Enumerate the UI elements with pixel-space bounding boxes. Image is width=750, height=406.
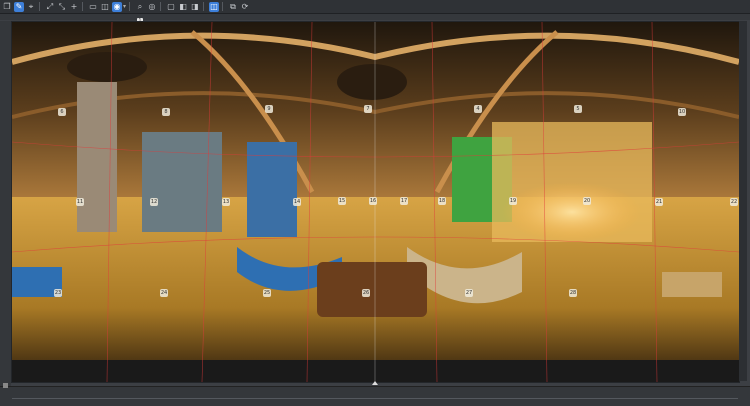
patch-label[interactable]: 23 [54, 289, 62, 297]
toolbar-divider [82, 2, 83, 11]
patch-label[interactable]: 27 [465, 289, 473, 297]
patch-label[interactable]: 22 [730, 198, 738, 206]
refresh-icon[interactable]: ⟳ [240, 2, 250, 12]
toolbar-divider [203, 2, 205, 11]
panorama-canvas[interactable]: 6 8 9 7 4 5 10 11 12 13 14 15 16 17 18 1… [11, 21, 740, 383]
chevron-down-icon[interactable]: ▾ [123, 3, 126, 10]
split-view-icon[interactable]: ◫ [209, 1, 220, 12]
patch-label[interactable]: 11 [76, 198, 84, 206]
patch-label[interactable]: 17 [400, 197, 408, 205]
frame-a-icon[interactable]: ▢ [166, 2, 176, 12]
patch-label[interactable]: 9 [265, 105, 273, 113]
vertical-scrollbar[interactable] [739, 21, 747, 381]
frame-c-icon[interactable]: ◨ [190, 2, 200, 12]
patch-label[interactable]: 15 [338, 197, 346, 205]
cylinder-projection-icon[interactable]: ◫ [100, 2, 110, 12]
patch-label[interactable]: 16 [369, 197, 377, 205]
toolbar-divider [222, 2, 224, 11]
patch-label[interactable]: 14 [293, 198, 301, 206]
patch-label[interactable]: 6 [58, 108, 66, 116]
toolbar-divider [129, 2, 131, 11]
patch-label[interactable]: 28 [569, 289, 577, 297]
add-icon[interactable]: + [69, 2, 79, 12]
toolbar-divider [160, 2, 162, 11]
timeline-handle[interactable] [3, 383, 8, 388]
frame-b-icon[interactable]: ◧ [178, 2, 188, 12]
transform-tool-icon[interactable]: ⌖ [26, 2, 36, 12]
playhead-marker-icon[interactable] [372, 381, 378, 385]
timeline-bar[interactable] [0, 386, 750, 406]
view-mode-icon[interactable]: ❐ [2, 2, 12, 12]
patch-label[interactable]: 24 [160, 289, 168, 297]
patch-label[interactable]: 20 [583, 197, 591, 205]
patch-label[interactable]: 4 [474, 105, 482, 113]
patch-label[interactable]: 21 [655, 198, 663, 206]
left-panel-strip [0, 21, 11, 386]
sphere-projection-icon[interactable]: ◉ [112, 1, 122, 12]
timeline-track[interactable] [12, 398, 738, 399]
patch-label[interactable]: 12 [150, 198, 158, 206]
eye-icon[interactable]: ◎ [147, 2, 157, 12]
main-toolbar: ❐ ✎ ⌖ ⤢ ⤡ + ▭ ◫ ◉ ▾ ⌕ ◎ ▢ ◧ ◨ ◫ ⧉ ⟳ [0, 0, 750, 14]
rectangle-projection-icon[interactable]: ▭ [88, 2, 98, 12]
patch-label[interactable]: 7 [364, 105, 372, 113]
patch-label[interactable]: 10 [678, 108, 686, 116]
patch-label[interactable]: 26 [362, 289, 370, 297]
collapse-icon[interactable]: ⤡ [57, 2, 67, 12]
patch-label[interactable]: 19 [509, 197, 517, 205]
top-ruler [0, 14, 750, 20]
patch-label[interactable]: 25 [263, 289, 271, 297]
toolbar-divider [39, 2, 40, 11]
copy-icon[interactable]: ⧉ [228, 2, 238, 12]
patch-label[interactable]: 13 [222, 198, 230, 206]
paint-tool-icon[interactable]: ✎ [14, 1, 24, 12]
zoom-icon[interactable]: ⌕ [135, 2, 145, 12]
expand-icon[interactable]: ⤢ [45, 2, 55, 12]
patch-label[interactable]: 8 [162, 108, 170, 116]
patch-label[interactable]: 18 [438, 197, 446, 205]
patch-label[interactable]: 5 [574, 105, 582, 113]
